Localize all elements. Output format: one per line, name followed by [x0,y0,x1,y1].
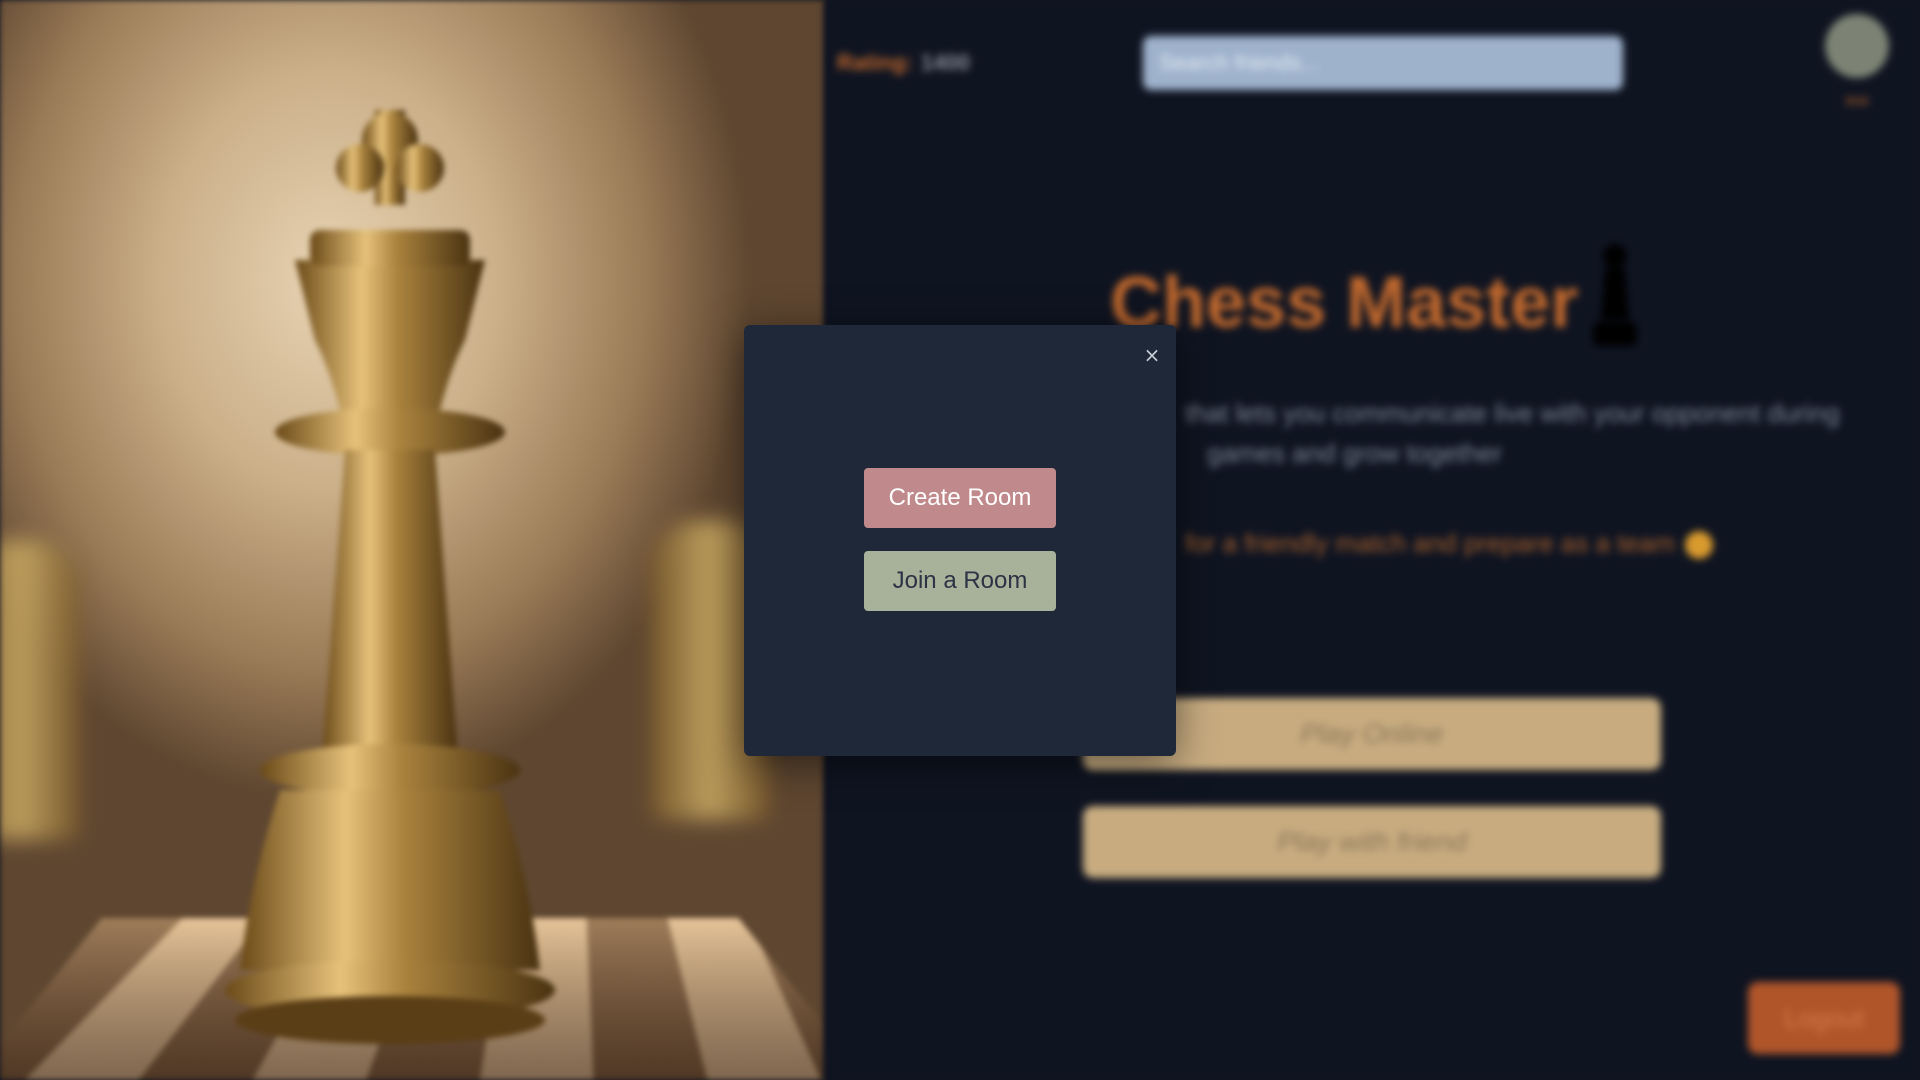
tagline-line-2: games and grow together [1207,438,1502,468]
background-piece-left [0,540,80,840]
chess-pawn-icon [1593,244,1637,346]
logout-button[interactable]: Logout [1748,982,1900,1054]
play-with-friend-button[interactable]: Play with friend [1083,806,1661,878]
close-icon[interactable]: × [1140,343,1164,367]
join-room-button[interactable]: Join a Room [864,551,1056,611]
search-friends-input[interactable] [1143,36,1623,90]
rating-label: Rating: [837,50,913,75]
page-title: Chess Master [1110,263,1579,343]
rating-value: 1400 [920,50,970,75]
rating-display: Rating: 1400 [837,50,970,76]
tagline-line-3: for a friendly match and prepare as a te… [1185,528,1713,560]
room-modal: × Create Room Join a Room [744,325,1176,756]
smile-emoji-icon [1684,531,1713,560]
chess-king-image [0,0,825,1080]
app-root: Rating: 1400 test Chess Master that lets … [0,0,1920,1080]
tagline-line-1: that lets you communicate live with your… [1185,398,1840,428]
tagline-line-3-text: for a friendly match and prepare as a te… [1185,528,1675,558]
avatar[interactable] [1825,14,1889,78]
king-piece-graphic [225,110,555,1044]
create-room-button[interactable]: Create Room [864,468,1056,528]
avatar-username: test [1845,92,1869,108]
